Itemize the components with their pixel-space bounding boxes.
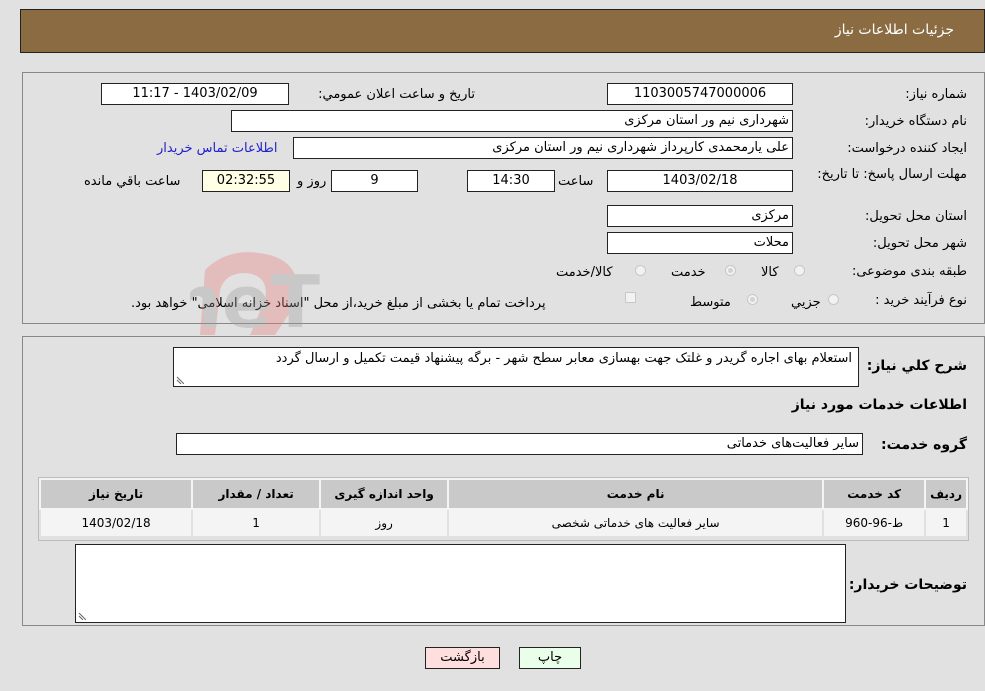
table-row: 1 ط-96-960 سایر فعالیت های خدماتی شخصی ر…	[38, 508, 968, 538]
days-label: روز و	[297, 174, 327, 189]
category-radio-service[interactable]	[725, 265, 736, 276]
category-option-goods-service: کالا/خدمت	[556, 265, 613, 280]
need-number-label: شماره نیاز:	[905, 87, 967, 102]
buyer-org-label: نام دستگاه خريدار:	[864, 114, 967, 129]
treasury-checkbox[interactable]	[625, 292, 636, 303]
deadline-time-field[interactable]: 14:30	[467, 170, 555, 192]
process-radio-minor[interactable]	[828, 294, 839, 305]
col-header-row-number: رديف	[924, 478, 968, 510]
delivery-city-field[interactable]: محلات	[607, 232, 793, 254]
creator-label: ايجاد کننده درخواست:	[847, 141, 967, 156]
process-option-medium: متوسط	[690, 295, 731, 310]
delivery-province-label: استان محل تحویل:	[865, 209, 967, 224]
resize-grip-icon[interactable]	[78, 612, 86, 620]
col-header-service-name: نام خدمت	[447, 478, 825, 510]
back-button[interactable]: بازگشت	[425, 647, 500, 669]
cell-row-number: 1	[924, 508, 968, 538]
service-group-field[interactable]: سایر فعالیت‌های خدماتی	[176, 433, 863, 455]
deadline-label: مهلت ارسال پاسخ: تا تاریخ:	[817, 167, 967, 182]
services-table: رديف کد خدمت نام خدمت واحد اندازه گيری ت…	[38, 478, 968, 538]
page-header: جزئیات اطلاعات نیاز	[20, 9, 985, 53]
buyer-notes-label: توضيحات خريدار:	[848, 577, 967, 593]
cell-need-date: 1403/02/18	[38, 508, 194, 538]
col-header-unit: واحد اندازه گيری	[319, 478, 450, 510]
category-option-goods: کالا	[761, 265, 779, 280]
remaining-time-field[interactable]: 02:32:55	[202, 170, 290, 192]
col-header-service-code: کد خدمت	[822, 478, 927, 510]
category-radio-goods[interactable]	[794, 265, 805, 276]
deadline-time-label: ساعت	[558, 174, 594, 189]
services-heading: اطلاعات خدمات مورد نياز	[791, 397, 967, 413]
creator-field[interactable]: علی یارمحمدی کارپرداز شهرداری نیم ور است…	[293, 137, 793, 159]
service-group-label: گروه خدمت:	[881, 437, 967, 453]
need-number-field[interactable]: 1103005747000006	[607, 83, 793, 105]
cell-quantity: 1	[191, 508, 322, 538]
announce-datetime-field[interactable]: 1403/02/09 - 11:17	[101, 83, 289, 105]
deadline-date-field[interactable]: 1403/02/18	[607, 170, 793, 192]
description-textarea[interactable]: استعلام بهای اجاره گریدر و غلتک جهت بهسا…	[173, 347, 859, 387]
category-radio-goods-service[interactable]	[635, 265, 646, 276]
buyer-notes-textarea[interactable]	[75, 544, 846, 623]
delivery-province-field[interactable]: مرکزی	[607, 205, 793, 227]
cell-unit: روز	[319, 508, 450, 538]
cell-service-code: ط-96-960	[822, 508, 927, 538]
remaining-label: ساعت باقي مانده	[84, 174, 181, 189]
page-title: جزئیات اطلاعات نیاز	[834, 22, 954, 38]
process-radio-medium[interactable]	[747, 294, 758, 305]
treasury-note: پرداخت تمام يا بخشی از مبلغ خرید،از محل …	[131, 296, 546, 311]
purchase-process-label: نوع فرآيند خريد :	[875, 293, 967, 308]
table-header-row: رديف کد خدمت نام خدمت واحد اندازه گيری ت…	[38, 478, 968, 510]
services-table-wrapper: رديف کد خدمت نام خدمت واحد اندازه گيری ت…	[38, 477, 969, 541]
process-option-minor: جزيي	[791, 295, 821, 310]
category-option-service: خدمت	[671, 265, 706, 280]
category-label: طبقه بندی موضوعی:	[851, 264, 967, 279]
cell-service-name: سایر فعالیت های خدماتی شخصی	[447, 508, 825, 538]
resize-grip-icon[interactable]	[176, 376, 184, 384]
col-header-quantity: تعداد / مقدار	[191, 478, 322, 510]
buyer-org-field[interactable]: شهرداری نیم ور استان مرکزی	[231, 110, 793, 132]
delivery-city-label: شهر محل تحویل:	[872, 236, 967, 251]
col-header-need-date: تاريخ نياز	[38, 478, 194, 510]
print-button[interactable]: چاپ	[519, 647, 581, 669]
buyer-contact-link[interactable]: اطلاعات تماس خريدار	[157, 141, 277, 156]
description-text: استعلام بهای اجاره گریدر و غلتک جهت بهسا…	[275, 351, 852, 366]
description-label: شرح کلي نياز:	[866, 358, 967, 374]
deadline-days-field[interactable]: 9	[331, 170, 418, 192]
announce-datetime-label: تاریخ و ساعت اعلان عمومي:	[318, 87, 475, 102]
